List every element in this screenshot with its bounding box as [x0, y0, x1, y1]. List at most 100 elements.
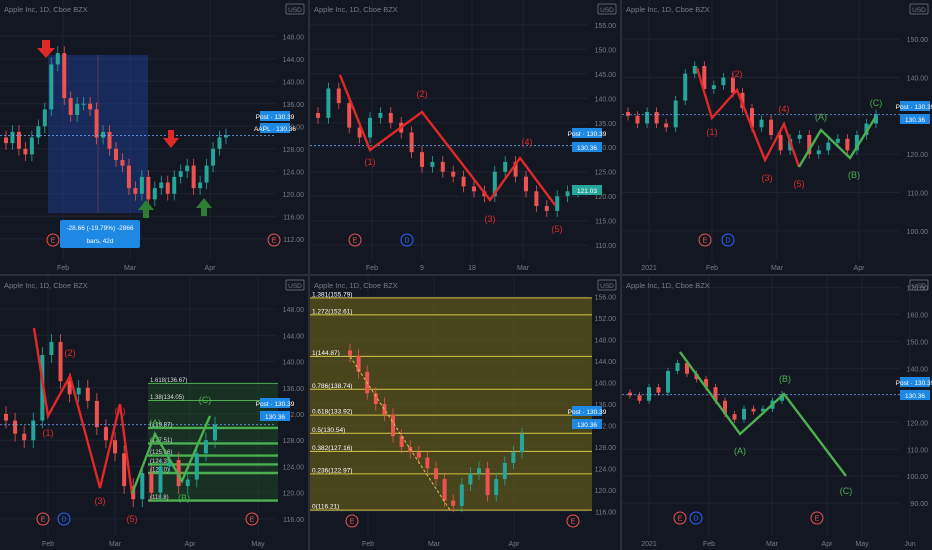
p1-candle	[94, 109, 99, 138]
x-tick-label: 2021	[641, 265, 657, 272]
p1-candle	[159, 182, 164, 189]
p1-candle	[101, 131, 106, 138]
p5-candle	[425, 457, 430, 469]
y-tick-label: 144.00	[283, 333, 305, 340]
fib-zone	[310, 297, 592, 511]
p1-candle	[4, 137, 8, 144]
p3-candle	[711, 85, 716, 89]
aapl-badge: AAPL · 130.36	[254, 126, 296, 133]
y-tick-label: 120.00	[907, 152, 929, 159]
p6-candle	[647, 387, 651, 401]
y-tick-label: 124.00	[283, 169, 305, 176]
fib-label: 0(116.21)	[312, 504, 339, 511]
x-tick-label: Feb	[703, 541, 715, 548]
p1-candle	[62, 53, 67, 99]
p1-candle	[191, 165, 196, 189]
p4-candle	[22, 433, 27, 441]
y-tick-label: 150.00	[595, 47, 617, 54]
p3-candle	[635, 115, 640, 124]
event-e: E	[272, 238, 277, 245]
chart-panel-1[interactable]: 148.00 144.00 140.00 136.00 132.00 128.00 124.…	[0, 0, 308, 274]
p4-candle	[58, 341, 63, 382]
p1-candle	[204, 165, 209, 183]
x-tick-label: Mar	[517, 265, 530, 272]
p1-candle	[49, 64, 54, 110]
p3-candle	[835, 138, 840, 143]
p1-candle	[146, 176, 151, 200]
wave-label: (1)	[43, 428, 54, 438]
p2-candle	[336, 88, 341, 104]
extension-label: 1.38(134.05)	[150, 395, 184, 401]
p6-candle	[751, 408, 756, 412]
p4-candle	[213, 424, 217, 441]
p1-candle	[29, 137, 34, 155]
p3-candle	[645, 112, 650, 124]
wave-label: (5)	[127, 514, 138, 524]
prev-price-badge: 130.36	[905, 117, 925, 124]
p1-candle	[68, 98, 73, 115]
wave-label: (4)	[522, 137, 533, 147]
p3-candle	[797, 135, 802, 139]
p2-candle	[316, 112, 320, 118]
p3-candle	[730, 77, 735, 93]
p1-svg: 148.00144.00140.00136.00132.00128.00124.…	[0, 0, 305, 272]
p2-candle	[524, 176, 528, 192]
p4-candle	[140, 473, 145, 500]
y-tick-label: 128.00	[283, 147, 305, 154]
divider-h[interactable]	[0, 274, 932, 276]
y-tick-label: 112.00	[283, 237, 304, 244]
y-tick-label: 150.00	[907, 37, 929, 44]
p3-candle	[664, 123, 669, 128]
wave-label: (C)	[199, 395, 212, 405]
y-tick-label: 128.00	[595, 445, 617, 452]
p4-candle	[85, 387, 90, 401]
extension-label: (118.8)	[150, 495, 169, 501]
fib-label: 1.272(152.61)	[312, 308, 352, 315]
wave-label: (3)	[95, 496, 106, 506]
chart-panel-3[interactable]: 150.00140.00130.00120.00110.00100.002021…	[622, 0, 932, 274]
fib-label: 1.381(155.79)	[312, 291, 352, 298]
fib-label: 0.236(122.97)	[312, 467, 352, 474]
event-e: E	[41, 517, 46, 524]
p4-candle	[76, 387, 81, 395]
wave-label: (B)	[848, 170, 860, 180]
last-price-badge: Post · 130.39	[256, 401, 295, 408]
p4-candle	[194, 453, 199, 480]
y-tick-label: 116.00	[283, 517, 304, 524]
chart-panel-2[interactable]: 155.00 150.00 145.00 140.00 135.00 130.00 125.…	[310, 0, 620, 274]
wave-label: (A)	[149, 418, 161, 428]
wave-label: (A)	[815, 112, 827, 122]
wave-label: (3)	[762, 173, 773, 183]
y-tick-label: 120.00	[283, 491, 305, 498]
prev-price-badge: 130.36	[577, 422, 597, 429]
p2-candle	[388, 112, 393, 123]
p1-candle	[217, 137, 222, 149]
p4-candle	[4, 414, 8, 421]
event-d: D	[61, 517, 66, 524]
p4-candle	[13, 420, 18, 434]
y-tick-label: 128.00	[283, 438, 305, 445]
last-price-badge: Post · 130.39	[568, 131, 607, 138]
chart-panel-5[interactable]: 156.00 152.00 148.00 144.00 140.00 136.00 132.…	[310, 276, 620, 550]
chart-panel-4[interactable]: 148.00 144.00 140.00 136.00 132.00 128.00 124.…	[0, 276, 308, 550]
p2-candle	[368, 117, 372, 138]
p1-candle	[211, 148, 216, 166]
x-tick-label: Feb	[706, 265, 718, 272]
y-tick-label: 148.00	[595, 338, 617, 345]
wave-label: (C)	[870, 98, 883, 108]
last-price-badge: Post · 130.39	[568, 409, 607, 416]
p2-candle	[451, 171, 456, 177]
p6-svg: 170.00160.00150.00140.00130.00120.00110.…	[622, 276, 932, 548]
wave-label: (1)	[707, 127, 718, 137]
chart-title: Apple Inc, 1D, Cboe BZX	[314, 5, 398, 14]
p1-candle	[114, 148, 118, 160]
event-e: E	[353, 238, 358, 245]
y-tick-label: 120.00	[283, 192, 305, 199]
y-tick-label: 140.00	[907, 76, 929, 83]
chart-panel-6[interactable]: 170.00160.00150.00140.00130.00120.00110.…	[622, 276, 932, 550]
p1-candle	[88, 103, 93, 110]
p2-candle	[409, 132, 414, 153]
p5-candle	[502, 463, 507, 480]
extension-label: (125.66)	[150, 450, 172, 456]
last-price-badge: Post · 130.39	[256, 114, 295, 121]
